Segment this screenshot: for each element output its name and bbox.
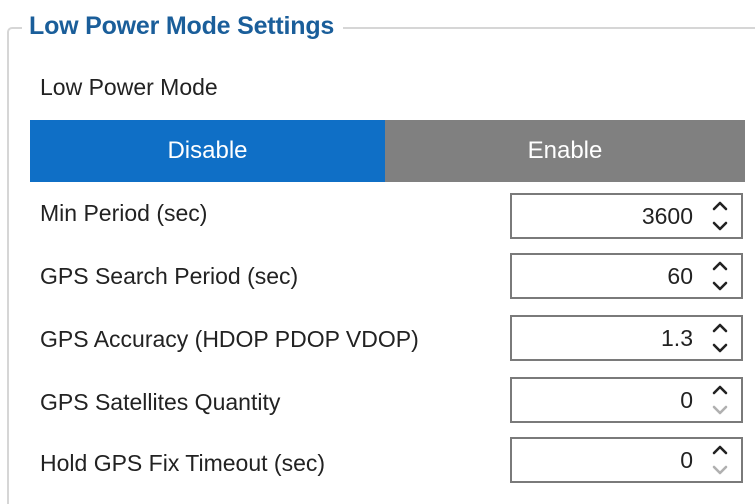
spinner-arrows [705,318,735,358]
spinner-arrows [705,196,735,236]
chevron-down-icon [705,460,735,480]
spinner-arrows [705,256,735,296]
gps-satellites-quantity-input[interactable]: 0 [510,377,743,423]
disable-button[interactable]: Disable [30,120,385,182]
gps-search-period-input[interactable]: 60 [510,253,743,299]
chevron-up-icon[interactable] [705,256,735,276]
gps-accuracy-label: GPS Accuracy (HDOP PDOP VDOP) [40,326,419,352]
enable-button[interactable]: Enable [385,120,745,182]
min-period-input[interactable]: 3600 [510,193,743,239]
chevron-down-icon[interactable] [705,338,735,358]
min-period-label: Min Period (sec) [40,200,208,226]
chevron-up-icon[interactable] [705,318,735,338]
chevron-up-icon[interactable] [705,440,735,460]
gps-satellites-quantity-label: GPS Satellites Quantity [40,389,281,415]
gps-accuracy-input[interactable]: 1.3 [510,315,743,361]
chevron-up-icon[interactable] [705,196,735,216]
group-title: Low Power Mode Settings [22,6,344,46]
gps-satellites-quantity-value[interactable]: 0 [680,379,693,421]
low-power-settings-panel: Low Power Mode Settings Low Power Mode D… [0,0,755,504]
spinner-arrows [705,380,735,420]
hold-gps-fix-timeout-value[interactable]: 0 [680,439,693,481]
gps-search-period-label: GPS Search Period (sec) [40,263,299,289]
hold-gps-fix-timeout-label: Hold GPS Fix Timeout (sec) [40,450,326,476]
gps-search-period-value[interactable]: 60 [667,255,693,297]
spinner-arrows [705,440,735,480]
min-period-value[interactable]: 3600 [642,195,693,237]
low-power-mode-toggle: Disable Enable [30,120,745,182]
hold-gps-fix-timeout-input[interactable]: 0 [510,437,743,483]
chevron-down-icon[interactable] [705,216,735,236]
chevron-down-icon[interactable] [705,276,735,296]
low-power-mode-label: Low Power Mode [40,74,218,100]
chevron-down-icon [705,400,735,420]
gps-accuracy-value[interactable]: 1.3 [661,317,693,359]
chevron-up-icon[interactable] [705,380,735,400]
